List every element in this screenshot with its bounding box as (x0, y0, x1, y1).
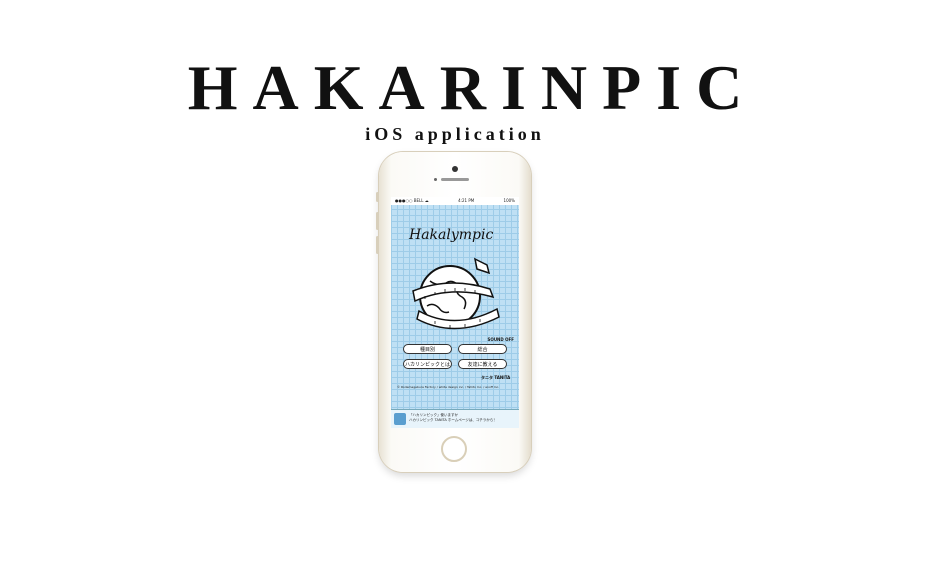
about-button[interactable]: ハカリンピックとは (403, 359, 452, 369)
overall-button[interactable]: 総合 (458, 344, 507, 354)
ad-mascot-icon (394, 413, 406, 425)
app-logo: Hakalympic (409, 227, 494, 243)
ad-text: 「ハカリンピック」使いますか ハカリンピック TANITA ホームページは、コチ… (409, 413, 517, 423)
page-subtitle: iOS application (365, 124, 545, 144)
home-button[interactable] (441, 436, 467, 462)
volume-down-button (376, 236, 379, 254)
battery-label: 100% (503, 198, 515, 203)
by-event-button[interactable]: 種目別 (403, 344, 452, 354)
iphone-mockup: ●●●○○ BELL ☁ 4:21 PM 100% Hakalympic SOU… (376, 152, 531, 472)
app-screen: ●●●○○ BELL ☁ 4:21 PM 100% Hakalympic SOU… (391, 197, 519, 428)
tell-friends-button[interactable]: 友達に教える (458, 359, 507, 369)
proximity-sensor (434, 178, 437, 181)
tanita-logo: タニタ TANITA (481, 375, 511, 380)
volume-up-button (376, 212, 379, 230)
mute-switch (376, 192, 379, 202)
page-title: HAKARINPIC (187, 52, 758, 123)
sound-toggle[interactable]: SOUND OFF (488, 337, 514, 342)
ad-line-2: ハカリンピック TANITA ホームページは、コチラから！ (409, 418, 497, 422)
credits-text: © Rodemagebura Factory / white design in… (397, 385, 500, 389)
ad-banner[interactable]: 「ハカリンピック」使いますか ハカリンピック TANITA ホームページは、コチ… (391, 409, 519, 428)
status-bar: ●●●○○ BELL ☁ 4:21 PM 100% (391, 197, 519, 205)
globe-tape-measure-icon (412, 257, 500, 330)
carrier-label: ●●●○○ BELL ☁ (395, 198, 429, 203)
front-camera (452, 166, 458, 172)
time-label: 4:21 PM (458, 198, 475, 203)
earpiece-speaker (441, 178, 469, 181)
